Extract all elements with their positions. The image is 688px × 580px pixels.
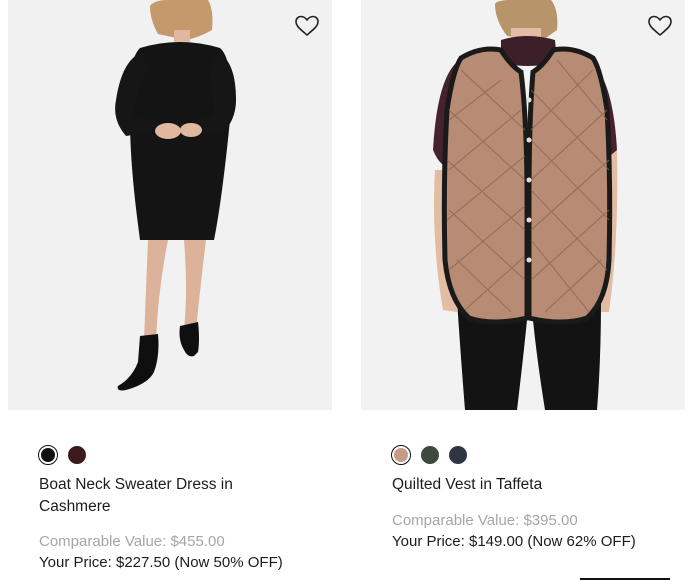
vest-model-illustration: [433, 0, 618, 410]
swatch-tan[interactable]: [391, 445, 411, 465]
dress-model-illustration: [115, 0, 236, 391]
your-price: Your Price: $149.00 (Now 62% OFF): [392, 533, 636, 550]
swatch-green[interactable]: [421, 446, 439, 464]
product-name[interactable]: Boat Neck Sweater Dress in Cashmere: [39, 474, 269, 518]
comparable-value: Comparable Value: $395.00: [392, 512, 578, 529]
product-grid: Boat Neck Sweater Dress in Cashmere Comp…: [0, 0, 688, 580]
heart-outline-icon[interactable]: [294, 14, 320, 38]
heart-outline-icon[interactable]: [647, 14, 673, 38]
swatch-navy[interactable]: [449, 446, 467, 464]
your-price: Your Price: $227.50 (Now 50% OFF): [39, 554, 283, 571]
product-image-vest[interactable]: [361, 0, 685, 410]
product-card: Boat Neck Sweater Dress in Cashmere Comp…: [8, 0, 332, 574]
color-swatches: [391, 444, 685, 466]
swatch-black[interactable]: [38, 445, 58, 465]
divider: [580, 578, 670, 580]
product-image-dress[interactable]: [8, 0, 332, 410]
comparable-value: Comparable Value: $455.00: [39, 533, 225, 550]
swatch-burgundy[interactable]: [68, 446, 86, 464]
product-card: Quilted Vest in Taffeta Comparable Value…: [361, 0, 685, 553]
product-name[interactable]: Quilted Vest in Taffeta: [392, 474, 652, 496]
color-swatches: [38, 444, 332, 466]
